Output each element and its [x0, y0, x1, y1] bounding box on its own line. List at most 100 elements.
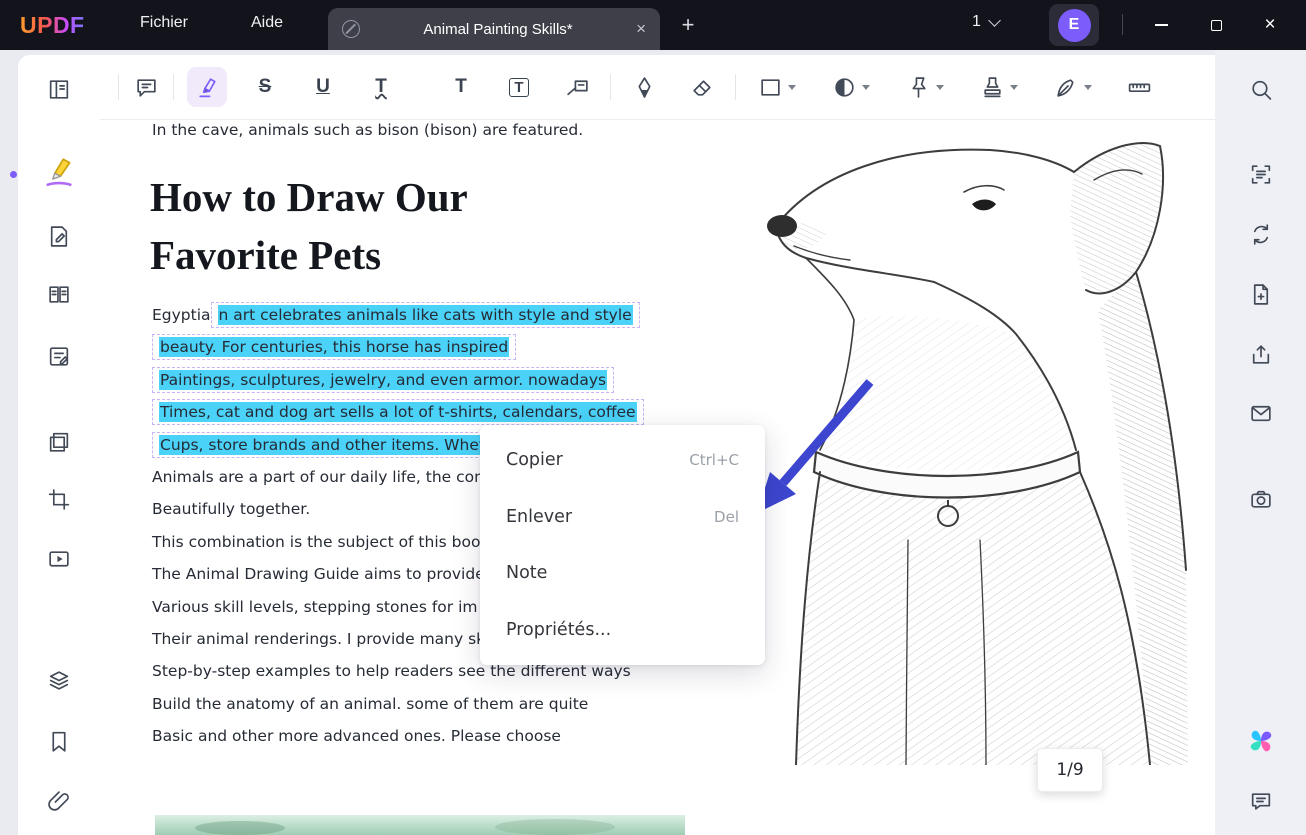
dropdown-caret-icon[interactable] [788, 85, 796, 90]
document-canvas[interactable]: In the cave, animals such as bison (biso… [100, 120, 1215, 835]
menu-item-label: Copier [506, 450, 563, 470]
measure-tool-button[interactable] [1110, 75, 1168, 100]
text-comment-tool-button[interactable]: T [432, 76, 490, 98]
app-body: S U T T T [0, 50, 1306, 835]
markup-mode-button[interactable] [42, 155, 76, 194]
dropdown-caret-icon[interactable] [862, 85, 870, 90]
dropdown-caret-icon[interactable] [936, 85, 944, 90]
highlight-selection-box[interactable]: beauty. For centuries, this horse has in… [152, 334, 516, 360]
menu-item-label: Note [506, 563, 547, 583]
email-button[interactable] [1248, 401, 1273, 431]
layers-button[interactable] [47, 668, 72, 698]
bookmarks-button[interactable] [47, 729, 72, 759]
strikethrough-tool-button[interactable]: S [236, 76, 294, 98]
dropdown-caret-icon[interactable] [1010, 85, 1018, 90]
context-menu-item-proprietes[interactable]: Propriétés... [480, 603, 765, 657]
document-tab[interactable]: Animal Painting Skills* × [328, 8, 660, 50]
updf-window: UPDF Fichier Aide Animal Painting Skills… [0, 0, 1306, 835]
doc-text-line: This combination is the subject of this … [152, 533, 480, 551]
edit-mode-button[interactable] [47, 224, 72, 254]
page-layout-button[interactable] [47, 282, 72, 312]
doc-text: Egyptia [152, 306, 211, 324]
main-panel: S U T T T [18, 55, 1215, 835]
highlighted-text[interactable]: Paintings, sculptures, jewelry, and even… [159, 370, 607, 390]
doc-text-line: Cups, store brands and other items. Whet… [152, 436, 503, 454]
context-menu: Copier Ctrl+C Enlever Del Note Propriété… [480, 425, 765, 665]
text-callout-tool-button[interactable] [548, 75, 606, 100]
convert-button[interactable] [1248, 222, 1273, 252]
tab-count-dropdown[interactable]: 1 [972, 13, 999, 31]
menu-aide[interactable]: Aide [251, 14, 283, 32]
doc-heading-line: How to Draw Our [150, 168, 468, 226]
text-box-tool-button[interactable]: T [490, 78, 548, 97]
comment-tool-button[interactable] [123, 75, 169, 100]
pencil-tool-button[interactable] [615, 75, 673, 100]
text-icon: T [455, 76, 467, 98]
eraser-tool-button[interactable] [673, 75, 731, 100]
context-menu-item-note[interactable]: Note [480, 546, 765, 600]
highlighted-text[interactable]: beauty. For centuries, this horse has in… [159, 337, 509, 357]
stamp-tool-button[interactable] [962, 75, 1036, 100]
callout-icon [565, 75, 590, 100]
reader-view-button[interactable] [47, 77, 72, 107]
avatar: E [1058, 9, 1091, 42]
new-tab-button[interactable]: + [676, 12, 700, 38]
highlighted-text[interactable]: Cups, store brands and other items. Whet… [159, 435, 496, 455]
tab-close-icon[interactable]: × [636, 19, 646, 39]
toolbar-divider [118, 74, 119, 100]
comments-panel-button[interactable] [1248, 789, 1273, 819]
organize-pages-button[interactable] [47, 430, 72, 460]
close-window-button[interactable]: × [1253, 10, 1287, 40]
maximize-button[interactable] [1199, 10, 1233, 40]
highlighter-icon [195, 75, 220, 100]
menu-fichier[interactable]: Fichier [140, 14, 188, 32]
share-button[interactable] [1248, 342, 1273, 372]
titlebar: UPDF Fichier Aide Animal Painting Skills… [0, 0, 1306, 50]
ruler-icon [1127, 75, 1152, 100]
doc-heading-line: Favorite Pets [150, 226, 468, 284]
doc-text-line: Their animal renderings. I provide many … [152, 630, 485, 648]
updf-ai-button[interactable] [1247, 727, 1275, 760]
convert-arrows-icon [1248, 222, 1273, 247]
comment-list-icon [1248, 789, 1273, 814]
doc-text-line: Build the anatomy of an animal. some of … [152, 695, 588, 713]
arrow-annotation[interactable] [745, 375, 885, 525]
camera-icon [1248, 487, 1273, 512]
minimize-button[interactable] [1144, 10, 1178, 40]
strikethrough-icon: S [259, 76, 272, 98]
rectangle-shape-tool-button[interactable] [740, 75, 814, 100]
annotation-toolbar: S U T T T [100, 55, 1215, 120]
highlight-tool-button[interactable] [178, 67, 236, 107]
crop-pages-button[interactable] [47, 487, 72, 517]
squiggly-tool-button[interactable]: T [352, 76, 410, 98]
highlight-selection-box[interactable]: Times, cat and dog art sells a lot of t-… [152, 399, 644, 425]
snapshot-button[interactable] [1248, 487, 1273, 517]
ocr-button[interactable] [1248, 162, 1273, 192]
ellipse-shape-tool-button[interactable] [814, 75, 888, 100]
share-icon [1248, 342, 1273, 367]
highlighted-text[interactable]: Times, cat and dog art sells a lot of t-… [159, 402, 637, 422]
updf-ai-flower-icon [1247, 727, 1275, 755]
search-button[interactable] [1248, 77, 1273, 107]
stamp-icon [980, 75, 1005, 100]
next-image-preview [155, 815, 685, 835]
context-menu-item-copier[interactable]: Copier Ctrl+C [480, 433, 765, 487]
page-tools-button[interactable] [1248, 282, 1273, 312]
highlighted-text[interactable]: n art celebrates animals like cats with … [218, 305, 633, 325]
context-menu-item-enlever[interactable]: Enlever Del [480, 490, 765, 544]
slideshow-button[interactable] [47, 547, 72, 577]
form-edit-icon [47, 344, 72, 369]
highlight-selection-box[interactable]: n art celebrates animals like cats with … [211, 302, 640, 328]
highlight-selection-box[interactable]: Cups, store brands and other items. Whet… [152, 432, 503, 458]
doc-text-line: Basic and other more advanced ones. Plea… [152, 727, 561, 745]
signature-tool-button[interactable] [1036, 75, 1110, 100]
pin-tool-button[interactable] [888, 75, 962, 100]
dropdown-caret-icon[interactable] [1084, 85, 1092, 90]
underline-tool-button[interactable]: U [294, 76, 352, 98]
attachments-button[interactable] [47, 789, 72, 819]
app-logo: UPDF [20, 12, 85, 39]
form-mode-button[interactable] [47, 344, 72, 374]
account-button[interactable]: E [1049, 4, 1099, 46]
comment-icon [134, 75, 159, 100]
highlight-selection-box[interactable]: Paintings, sculptures, jewelry, and even… [152, 367, 614, 393]
